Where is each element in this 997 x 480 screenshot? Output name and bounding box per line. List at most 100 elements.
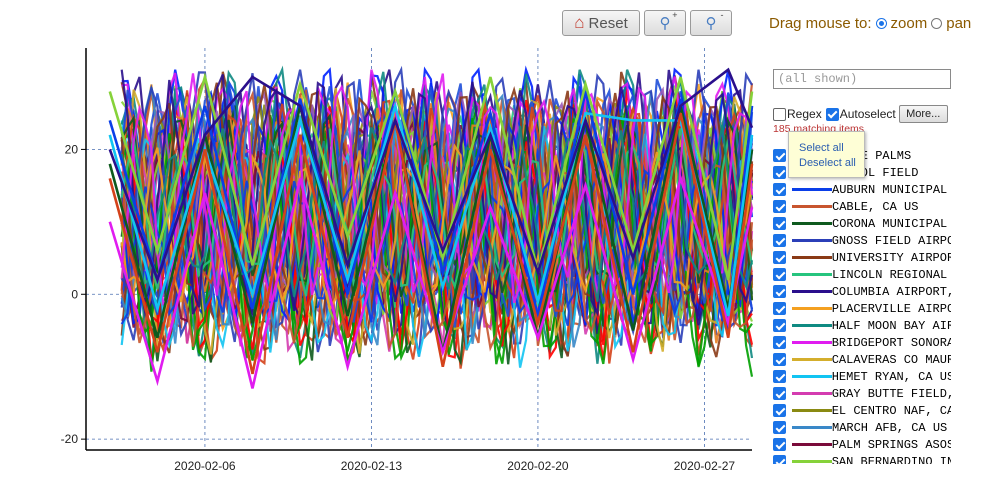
legend-item-checkbox[interactable] — [773, 166, 786, 179]
legend-item-checkbox[interactable] — [773, 387, 786, 400]
legend-item-checkbox[interactable] — [773, 302, 786, 315]
legend-item-checkbox[interactable] — [773, 404, 786, 417]
legend-item-swatch — [792, 205, 832, 208]
magnifier-minus-icon: ⚲ - — [705, 10, 724, 32]
line-chart[interactable]: 2020-02-06 2020-02-13 2020-02-20 2020-02-27… — [0, 0, 760, 480]
legend-item-swatch — [791, 256, 832, 259]
zoom-out-sign: - — [720, 10, 724, 20]
legend-item-swatch — [791, 324, 832, 327]
legend-item-checkbox[interactable] — [773, 438, 786, 451]
legend-item[interactable]: UNIVERSITY AIRPOR — [773, 249, 951, 266]
legend-item-checkbox[interactable] — [773, 234, 786, 247]
legend-item-label: COLUMBIA AIRPORT, — [831, 284, 951, 299]
legend-item-checkbox[interactable] — [773, 336, 786, 349]
legend-item-swatch — [792, 188, 832, 191]
legend-item-label: GRAY BUTTE FIELD, — [831, 386, 951, 401]
legend-item-checkbox[interactable] — [773, 455, 786, 464]
select-all-link[interactable]: Select all — [799, 141, 864, 156]
home-icon: ⌂ — [574, 13, 585, 32]
legend-item-swatch — [791, 290, 832, 293]
legend-item-label: LINCOLN REGIONAL — [832, 267, 948, 282]
series-list[interactable]: YNINE PALMS E POOL FIELD AUBURN MUNICIPAL C… — [773, 147, 951, 464]
legend-item[interactable]: PLACERVILLE AIRPO — [773, 300, 951, 317]
y-tick-label: -20 — [61, 432, 79, 446]
y-tick-label: 0 — [71, 287, 78, 301]
legend-item-checkbox[interactable] — [773, 200, 786, 213]
x-tick-label: 2020-02-06 — [174, 459, 236, 473]
reset-button[interactable]: ⌂ Reset — [562, 10, 640, 36]
regex-label: Regex — [787, 107, 822, 121]
legend-item-checkbox[interactable] — [773, 183, 786, 196]
legend-item[interactable]: BRIDGEPORT SONORA — [773, 334, 951, 351]
legend-item-swatch — [791, 239, 832, 242]
legend-item-label: PALM SPRINGS ASOS — [831, 437, 951, 452]
legend-item-label: AUBURN MUNICIPAL — [832, 182, 948, 197]
legend-item[interactable]: CORONA MUNICIPAL — [773, 215, 951, 232]
legend-item-label: GNOSS FIELD AIRPO — [831, 233, 951, 248]
autoselect-label: Autoselect — [839, 107, 896, 121]
legend-item-checkbox[interactable] — [773, 149, 786, 162]
legend-item-swatch — [791, 307, 832, 310]
legend-item-checkbox[interactable] — [773, 217, 786, 230]
filter-input[interactable]: (all shown) — [773, 69, 951, 89]
zoom-radio[interactable] — [875, 18, 887, 29]
legend-item-label: HALF MOON BAY AIR — [831, 318, 951, 333]
legend-item[interactable]: CALAVERAS CO MAUR — [773, 351, 951, 368]
legend-item[interactable]: GRAY BUTTE FIELD, — [773, 385, 951, 402]
legend-item[interactable]: PALM SPRINGS ASOS — [773, 436, 951, 453]
legend-item-checkbox[interactable] — [773, 370, 786, 383]
deselect-all-link[interactable]: Deselect all — [799, 156, 864, 171]
legend-item[interactable]: CABLE, CA US — [773, 198, 951, 215]
legend-item[interactable]: HEMET RYAN, CA US — [773, 368, 951, 385]
legend-item-swatch — [791, 375, 832, 378]
legend-item-checkbox[interactable] — [773, 285, 786, 298]
legend-item-swatch — [792, 273, 832, 276]
reset-label: Reset — [588, 14, 628, 32]
legend-item[interactable]: SAN BERNARDINO IN — [773, 453, 951, 464]
legend-item[interactable]: LINCOLN REGIONAL — [773, 266, 951, 283]
legend-item[interactable]: GNOSS FIELD AIRPO — [773, 232, 951, 249]
legend-item[interactable]: HALF MOON BAY AIR — [773, 317, 951, 334]
legend-item-label: MARCH AFB, CA US — [832, 420, 948, 435]
magnifier-plus-icon: ⚲ + — [659, 10, 678, 32]
legend-item-swatch — [791, 392, 832, 395]
legend-item-checkbox[interactable] — [773, 353, 786, 366]
legend-item-label: CABLE, CA US — [832, 199, 919, 214]
legend-item[interactable]: EL CENTRO NAF, CA — [773, 402, 951, 419]
legend-item-checkbox[interactable] — [773, 268, 786, 281]
zoom-out-button[interactable]: ⚲ - — [690, 10, 732, 36]
zoom-in-sign: + — [672, 10, 678, 20]
x-tick-label: 2020-02-20 — [507, 459, 569, 473]
legend-item-label: EL CENTRO NAF, CA — [831, 403, 951, 418]
legend-item-label: BRIDGEPORT SONORA — [831, 335, 951, 350]
x-tick-label: 2020-02-27 — [674, 459, 736, 473]
legend-item-swatch — [791, 409, 832, 412]
zoom-radio-label[interactable]: zoom — [891, 15, 928, 32]
toolbar: ⌂ Reset ⚲ + ⚲ - — [562, 10, 732, 36]
x-tick-label: 2020-02-13 — [341, 459, 403, 473]
legend-item-label: SAN BERNARDINO IN — [831, 454, 951, 465]
legend-item-checkbox[interactable] — [773, 319, 786, 332]
legend-item-checkbox[interactable] — [773, 421, 786, 434]
legend-item[interactable]: AUBURN MUNICIPAL — [773, 181, 951, 198]
regex-checkbox[interactable] — [773, 107, 786, 121]
legend-item-swatch — [792, 426, 832, 429]
zoom-in-button[interactable]: ⚲ + — [644, 10, 686, 36]
legend-item[interactable]: MARCH AFB, CA US — [773, 419, 951, 436]
legend-item-label: PLACERVILLE AIRPO — [831, 301, 951, 316]
filter-options: Regex Autoselect More... — [773, 105, 948, 123]
y-tick-label: 20 — [65, 142, 79, 156]
pan-radio[interactable] — [931, 18, 943, 29]
legend-item-swatch — [791, 358, 832, 361]
pan-radio-label[interactable]: pan — [946, 15, 971, 32]
legend-item[interactable]: COLUMBIA AIRPORT, — [773, 283, 951, 300]
legend-item-label: HEMET RYAN, CA US — [831, 369, 951, 384]
more-button[interactable]: More... — [898, 105, 948, 123]
legend-item-checkbox[interactable] — [773, 251, 786, 264]
legend-item-swatch — [792, 222, 832, 225]
selection-popup: Select all Deselect all — [788, 131, 865, 178]
autoselect-checkbox[interactable] — [825, 107, 839, 121]
legend-item-label: CORONA MUNICIPAL — [832, 216, 948, 231]
legend-item-swatch — [791, 341, 832, 344]
drag-mode-label: Drag mouse to: — [769, 15, 872, 32]
